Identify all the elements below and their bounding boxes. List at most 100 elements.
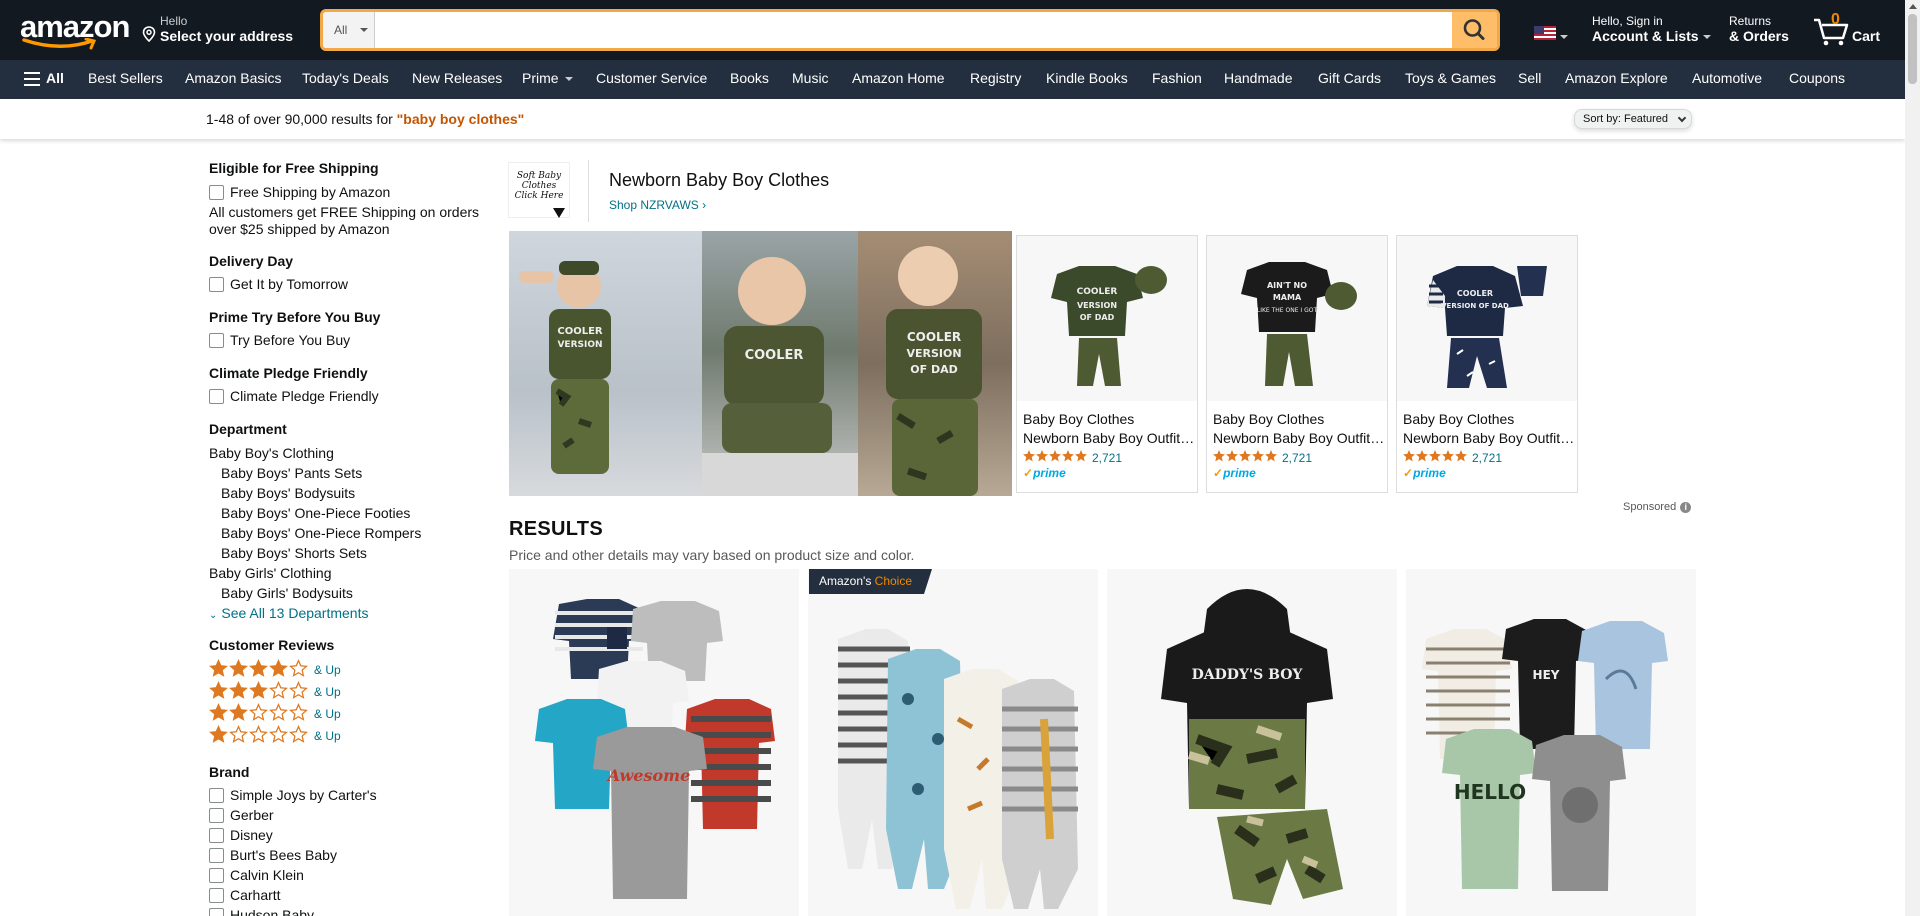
nav-todays-deals[interactable]: Today's Deals bbox=[302, 70, 389, 86]
shop-brand-link[interactable]: Shop NZRVAWS › bbox=[609, 198, 706, 212]
nav-amazon-home[interactable]: Amazon Home bbox=[852, 70, 945, 86]
brand-checkbox[interactable]: Disney bbox=[209, 827, 273, 843]
product-rating[interactable]: 2,721 bbox=[1213, 449, 1312, 467]
rating-filter-4[interactable]: & Up bbox=[209, 659, 341, 681]
checkbox-box bbox=[209, 388, 224, 404]
sort-dropdown[interactable]: Sort by: Featured bbox=[1574, 109, 1692, 129]
star-filled-icon bbox=[209, 703, 228, 721]
prime-label: prime bbox=[1223, 466, 1256, 480]
logo-smile-icon bbox=[22, 38, 97, 50]
product-tile[interactable]: DADDY'S BOY bbox=[1107, 569, 1397, 916]
department-link[interactable]: Baby Boys' Shorts Sets bbox=[209, 545, 367, 561]
nav-music[interactable]: Music bbox=[792, 70, 829, 86]
climate-checkbox[interactable]: Climate Pledge Friendly bbox=[209, 388, 379, 404]
brand-label: Calvin Klein bbox=[230, 867, 304, 883]
nav-handmade[interactable]: Handmade bbox=[1224, 70, 1293, 86]
sort-value: Featured bbox=[1623, 113, 1668, 125]
product-title[interactable]: Baby Boy Clothes Newborn Baby Boy Outfit … bbox=[1213, 410, 1385, 448]
nav-fashion[interactable]: Fashion bbox=[1152, 70, 1202, 86]
department-link[interactable]: Baby Boy's Clothing bbox=[209, 445, 334, 461]
try-before-checkbox[interactable]: Try Before You Buy bbox=[209, 332, 350, 348]
nav-coupons[interactable]: Coupons bbox=[1789, 70, 1845, 86]
nav-kindle-books[interactable]: Kindle Books bbox=[1046, 70, 1128, 86]
hamburger-icon[interactable] bbox=[24, 72, 40, 86]
search-input[interactable] bbox=[376, 12, 1442, 48]
brand-checkbox[interactable]: Calvin Klein bbox=[209, 867, 304, 883]
star-rating bbox=[209, 703, 309, 725]
brand-checkbox[interactable]: Gerber bbox=[209, 807, 274, 823]
sponsored-label[interactable]: Sponsored i bbox=[1623, 501, 1692, 513]
nav-sell[interactable]: Sell bbox=[1518, 70, 1541, 86]
nav-automotive[interactable]: Automotive bbox=[1692, 70, 1762, 86]
product-image: Awesome bbox=[535, 599, 775, 899]
product-tile[interactable]: HEY HELLO bbox=[1406, 569, 1696, 916]
sponsored-product-card[interactable]: AIN'T NO MAMA LIKE THE ONE I GOT Baby Bo… bbox=[1206, 235, 1388, 493]
brand-checkbox[interactable]: Simple Joys by Carter's bbox=[209, 787, 377, 803]
department-link[interactable]: Baby Girls' Bodysuits bbox=[209, 585, 353, 601]
product-title[interactable]: Baby Boy Clothes Newborn Baby Boy Outfit … bbox=[1023, 410, 1195, 448]
tile-print: DADDY'S BOY bbox=[1192, 667, 1304, 683]
results-heading: RESULTS bbox=[509, 518, 603, 540]
scrollbar-thumb[interactable] bbox=[1908, 14, 1917, 84]
nav-amazon-basics[interactable]: Amazon Basics bbox=[185, 70, 281, 86]
nav-prime[interactable]: Prime bbox=[522, 70, 573, 86]
page-scrollbar[interactable] bbox=[1905, 0, 1920, 916]
department-link[interactable]: Baby Boys' One-Piece Rompers bbox=[209, 525, 421, 541]
account-menu[interactable]: Hello, Sign in Account & Lists bbox=[1592, 14, 1711, 44]
scroll-up-icon[interactable] bbox=[1909, 4, 1917, 9]
see-all-departments[interactable]: ⌄ See All 13 Departments bbox=[209, 605, 368, 621]
nav-gift-cards[interactable]: Gift Cards bbox=[1318, 70, 1381, 86]
product-title[interactable]: Baby Boy Clothes Newborn Baby Boy Outfit … bbox=[1403, 410, 1575, 448]
rating-filter-2[interactable]: & Up bbox=[209, 703, 341, 725]
checkbox-box bbox=[209, 907, 224, 916]
search-category-select[interactable]: All bbox=[323, 12, 375, 48]
nav-best-sellers[interactable]: Best Sellers bbox=[88, 70, 163, 86]
brand-checkbox[interactable]: Hudson Baby bbox=[209, 907, 314, 916]
nav-toys-games[interactable]: Toys & Games bbox=[1405, 70, 1496, 86]
brand-checkbox[interactable]: Carhartt bbox=[209, 887, 281, 903]
nav-new-releases[interactable]: New Releases bbox=[412, 70, 502, 86]
us-flag-icon[interactable] bbox=[1534, 26, 1556, 40]
star-rating bbox=[209, 725, 309, 747]
product-tile[interactable]: Awesome bbox=[509, 569, 799, 916]
star-filled-icon bbox=[249, 659, 268, 677]
nav-books[interactable]: Books bbox=[730, 70, 769, 86]
nav-amazon-explore[interactable]: Amazon Explore bbox=[1565, 70, 1668, 86]
sponsored-product-card[interactable]: COOLER VERSION OF DAD Baby Boy Clothes Ne… bbox=[1016, 235, 1198, 493]
product-rating[interactable]: 2,721 bbox=[1023, 449, 1122, 467]
department-link[interactable]: Baby Girls' Clothing bbox=[209, 565, 332, 581]
brand-logo[interactable]: Soft Baby Clothes Click Here bbox=[508, 162, 570, 218]
star-filled-icon bbox=[209, 725, 228, 743]
nav-registry[interactable]: Registry bbox=[970, 70, 1021, 86]
free-shipping-checkbox[interactable]: Free Shipping by Amazon bbox=[209, 184, 390, 200]
nav-customer-service[interactable]: Customer Service bbox=[596, 70, 707, 86]
department-link[interactable]: Baby Boys' Pants Sets bbox=[209, 465, 362, 481]
product-image: AIN'T NO MAMA LIKE THE ONE I GOT bbox=[1207, 236, 1387, 401]
brand-checkbox[interactable]: Burt's Bees Baby bbox=[209, 847, 337, 863]
rating-filter-1[interactable]: & Up bbox=[209, 725, 341, 747]
search-button[interactable] bbox=[1452, 12, 1497, 48]
star-filled-icon bbox=[229, 681, 248, 699]
tomorrow-checkbox[interactable]: Get It by Tomorrow bbox=[209, 276, 348, 292]
star-rating bbox=[1023, 449, 1088, 467]
returns-orders[interactable]: Returns & Orders bbox=[1729, 14, 1789, 44]
brand-hero-image[interactable]: COOLER VERSION COOLER COOLER VERSION OF … bbox=[509, 231, 1012, 496]
search-icon bbox=[1463, 19, 1485, 40]
amazon-logo[interactable]: amazon bbox=[20, 11, 130, 50]
rating-count: 2,721 bbox=[1282, 451, 1313, 465]
star-empty-icon bbox=[249, 725, 268, 743]
product-tile[interactable] bbox=[808, 569, 1098, 916]
svg-text:COOLER: COOLER bbox=[745, 348, 804, 363]
brand-title[interactable]: Newborn Baby Boy Clothes bbox=[609, 170, 829, 191]
sponsored-product-card[interactable]: COOLER VERSION OF DAD Baby Boy Clothes Ne… bbox=[1396, 235, 1578, 493]
tile-print: HELLO bbox=[1454, 780, 1526, 804]
rating-filter-3[interactable]: & Up bbox=[209, 681, 341, 703]
returns-label: Returns bbox=[1729, 14, 1772, 28]
checkbox-box bbox=[209, 184, 224, 200]
department-link[interactable]: Baby Boys' One-Piece Footies bbox=[209, 505, 410, 521]
product-rating[interactable]: 2,721 bbox=[1403, 449, 1502, 467]
department-link[interactable]: Baby Boys' Bodysuits bbox=[209, 485, 355, 501]
cart-button[interactable]: 0 Cart bbox=[1812, 11, 1882, 48]
nav-all[interactable]: All bbox=[46, 70, 64, 86]
climate-label: Climate Pledge Friendly bbox=[230, 388, 379, 404]
